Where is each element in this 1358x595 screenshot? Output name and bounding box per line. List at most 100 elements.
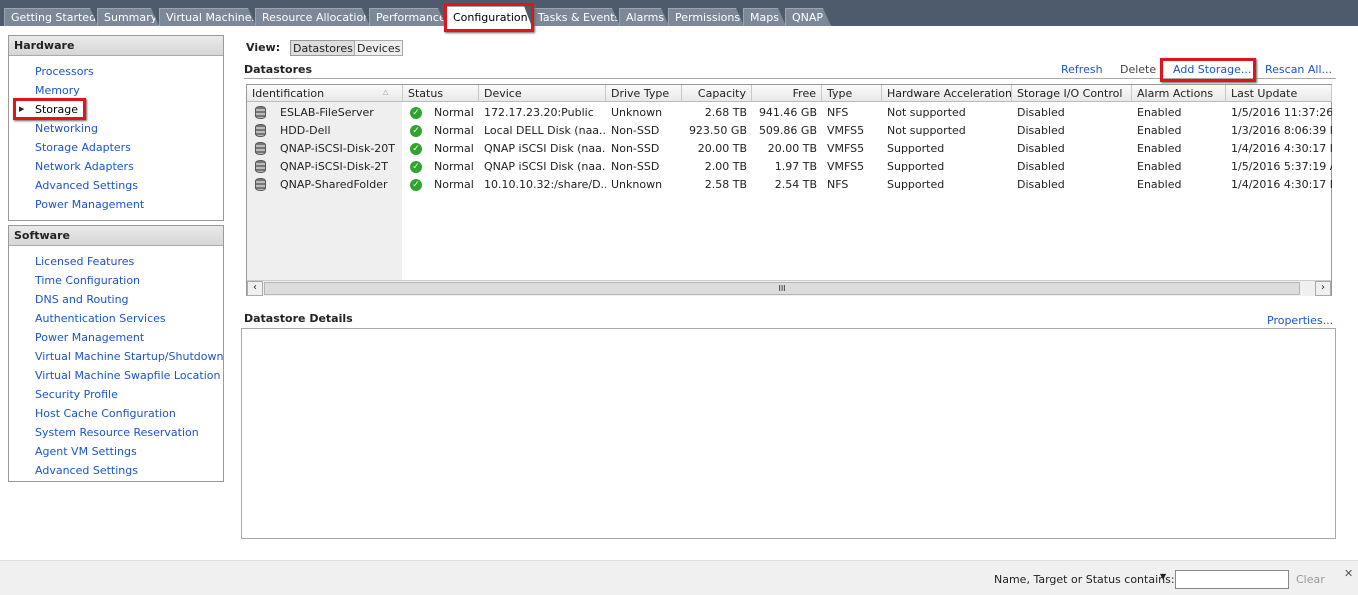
- clear-button[interactable]: Clear: [1296, 573, 1325, 586]
- column-header-storage-i-o-control[interactable]: Storage I/O Control: [1012, 85, 1132, 102]
- filter-label[interactable]: Name, Target or Status contains:: [994, 573, 1175, 586]
- tab-tasks-events[interactable]: Tasks & Events: [531, 8, 620, 26]
- tab-alarms[interactable]: Alarms: [619, 8, 669, 26]
- filter-bar: Name, Target or Status contains: ▼ Clear…: [0, 560, 1358, 595]
- tab-resource-allocation[interactable]: Resource Allocation: [255, 8, 370, 26]
- sidebar-item-processors[interactable]: Processors: [35, 65, 94, 78]
- sidebar-item-time-configuration[interactable]: Time Configuration: [35, 274, 140, 287]
- cell-identification: QNAP-iSCSI-Disk-2T: [280, 160, 389, 173]
- cell-device: Local DELL Disk (naa....: [484, 124, 606, 137]
- hardware-header: Hardware: [9, 36, 223, 56]
- sidebar-item-storage-adapters[interactable]: Storage Adapters: [35, 141, 131, 154]
- sidebar-item-authentication-services[interactable]: Authentication Services: [35, 312, 166, 325]
- cell-hardware-acceleration: Supported: [887, 142, 945, 155]
- view-datastores-button[interactable]: Datastores: [290, 40, 356, 56]
- tab-virtual-machines[interactable]: Virtual Machines: [159, 8, 256, 26]
- view-label: View:: [246, 41, 281, 54]
- tab-getting-started[interactable]: Getting Started: [4, 8, 98, 26]
- cell-identification: ESLAB-FileServer: [280, 106, 374, 119]
- table-row[interactable]: ✓ HDD-Dell Normal Local DELL Disk (naa.... N…: [247, 122, 1332, 140]
- cell-storage-i-o-control: Disabled: [1017, 178, 1065, 191]
- sidebar-item-advanced-settings[interactable]: Advanced Settings: [35, 179, 138, 192]
- cell-device: QNAP iSCSI Disk (naa...: [484, 142, 606, 155]
- sidebar-item-system-resource-reservation[interactable]: System Resource Reservation: [35, 426, 199, 439]
- sidebar-item-virtual-machine-startup-shutdown[interactable]: Virtual Machine Startup/Shutdown: [35, 350, 223, 363]
- properties-button[interactable]: Properties...: [1267, 314, 1333, 327]
- sidebar-item-power-management[interactable]: Power Management: [35, 198, 144, 211]
- cell-free: 1.97 TB: [774, 160, 817, 173]
- sidebar-item-power-management[interactable]: Power Management: [35, 331, 144, 344]
- column-header-last-update[interactable]: Last Update: [1226, 85, 1332, 102]
- table-row[interactable]: ✓ ESLAB-FileServer Normal 172.17.23.20:Publ…: [247, 104, 1332, 122]
- scroll-right-icon[interactable]: ›: [1315, 281, 1331, 296]
- cell-hardware-acceleration: Not supported: [887, 124, 966, 137]
- column-header-drive-type[interactable]: Drive Type: [606, 85, 682, 102]
- filter-dropdown-icon[interactable]: ▼: [1160, 572, 1166, 581]
- scroll-left-icon[interactable]: ‹: [247, 281, 263, 296]
- column-header-free[interactable]: Free: [752, 85, 822, 102]
- cell-drive-type: Unknown: [611, 106, 663, 119]
- cell-storage-i-o-control: Disabled: [1017, 124, 1065, 137]
- datastore-details-pane: [241, 328, 1336, 539]
- table-row[interactable]: ✓ QNAP-SharedFolder Normal 10.10.10.32:/sha…: [247, 176, 1332, 194]
- column-header-type[interactable]: Type: [822, 85, 882, 102]
- tab-performance[interactable]: Performance: [369, 8, 446, 26]
- tab-maps[interactable]: Maps: [743, 8, 786, 26]
- refresh-button[interactable]: Refresh: [1061, 63, 1103, 76]
- view-devices-button[interactable]: Devices: [354, 40, 404, 56]
- sidebar-item-virtual-machine-swapfile-location[interactable]: Virtual Machine Swapfile Location: [35, 369, 220, 382]
- sidebar-item-security-profile[interactable]: Security Profile: [35, 388, 118, 401]
- tab-permissions[interactable]: Permissions: [668, 8, 744, 26]
- highlight-add-storage: [1160, 58, 1256, 82]
- sidebar-item-host-cache-configuration[interactable]: Host Cache Configuration: [35, 407, 176, 420]
- datastore-icon: [255, 178, 266, 191]
- cell-device: 10.10.10.32:/share/D...: [484, 178, 606, 191]
- cell-capacity: 2.68 TB: [704, 106, 747, 119]
- filter-input[interactable]: [1175, 570, 1289, 589]
- cell-status: Normal: [434, 124, 474, 137]
- cell-storage-i-o-control: Disabled: [1017, 106, 1065, 119]
- cell-free: 20.00 TB: [767, 142, 817, 155]
- sort-ascending-icon[interactable]: △: [383, 88, 388, 96]
- status-ok-icon: ✓: [410, 125, 422, 137]
- datastores-table: Identification Status Device Drive Type Capa…: [246, 84, 1332, 296]
- column-header-capacity[interactable]: Capacity: [682, 85, 752, 102]
- sidebar-item-dns-and-routing[interactable]: DNS and Routing: [35, 293, 129, 306]
- cell-identification: QNAP-SharedFolder: [280, 178, 388, 191]
- sidebar-item-licensed-features[interactable]: Licensed Features: [35, 255, 134, 268]
- highlight-configuration: [444, 3, 534, 32]
- sidebar-item-agent-vm-settings[interactable]: Agent VM Settings: [35, 445, 137, 458]
- cell-drive-type: Unknown: [611, 178, 663, 191]
- sidebar-item-advanced-settings[interactable]: Advanced Settings: [35, 464, 138, 477]
- cell-capacity: 2.58 TB: [704, 178, 747, 191]
- hardware-panel: Hardware Processors Memory Storage ▶ Network…: [8, 35, 224, 221]
- sidebar-item-memory[interactable]: Memory: [35, 84, 80, 97]
- cell-type: VMFS5: [827, 124, 865, 137]
- table-row[interactable]: ✓ QNAP-iSCSI-Disk-20T Normal QNAP iSCSI Dis…: [247, 140, 1332, 158]
- cell-last-update: 1/3/2016 8:06:39 PM: [1231, 124, 1332, 137]
- cell-hardware-acceleration: Supported: [887, 160, 945, 173]
- close-icon[interactable]: ✕: [1344, 567, 1353, 580]
- status-ok-icon: ✓: [410, 107, 422, 119]
- scroll-thumb[interactable]: III: [264, 282, 1300, 295]
- column-header-device[interactable]: Device: [479, 85, 606, 102]
- delete-button[interactable]: Delete: [1120, 63, 1156, 76]
- cell-alarm-actions: Enabled: [1137, 178, 1182, 191]
- column-header-hardware-acceleration[interactable]: Hardware Acceleration: [882, 85, 1012, 102]
- datastore-icon: [255, 142, 266, 155]
- column-header-alarm-actions[interactable]: Alarm Actions: [1132, 85, 1226, 102]
- rescan-all-button[interactable]: Rescan All...: [1265, 63, 1332, 76]
- cell-capacity: 923.50 GB: [688, 124, 747, 137]
- tab-qnap[interactable]: QNAP: [785, 8, 831, 26]
- sidebar-item-network-adapters[interactable]: Network Adapters: [35, 160, 134, 173]
- horizontal-scrollbar[interactable]: ‹ III ›: [247, 280, 1331, 296]
- cell-free: 2.54 TB: [774, 178, 817, 191]
- table-row[interactable]: ✓ QNAP-iSCSI-Disk-2T Normal QNAP iSCSI Disk…: [247, 158, 1332, 176]
- cell-device: QNAP iSCSI Disk (naa...: [484, 160, 606, 173]
- cell-capacity: 2.00 TB: [704, 160, 747, 173]
- cell-status: Normal: [434, 106, 474, 119]
- column-header-identification[interactable]: Identification: [247, 85, 403, 102]
- tab-summary[interactable]: Summary: [97, 8, 159, 26]
- sidebar-item-networking[interactable]: Networking: [35, 122, 98, 135]
- column-header-status[interactable]: Status: [403, 85, 479, 102]
